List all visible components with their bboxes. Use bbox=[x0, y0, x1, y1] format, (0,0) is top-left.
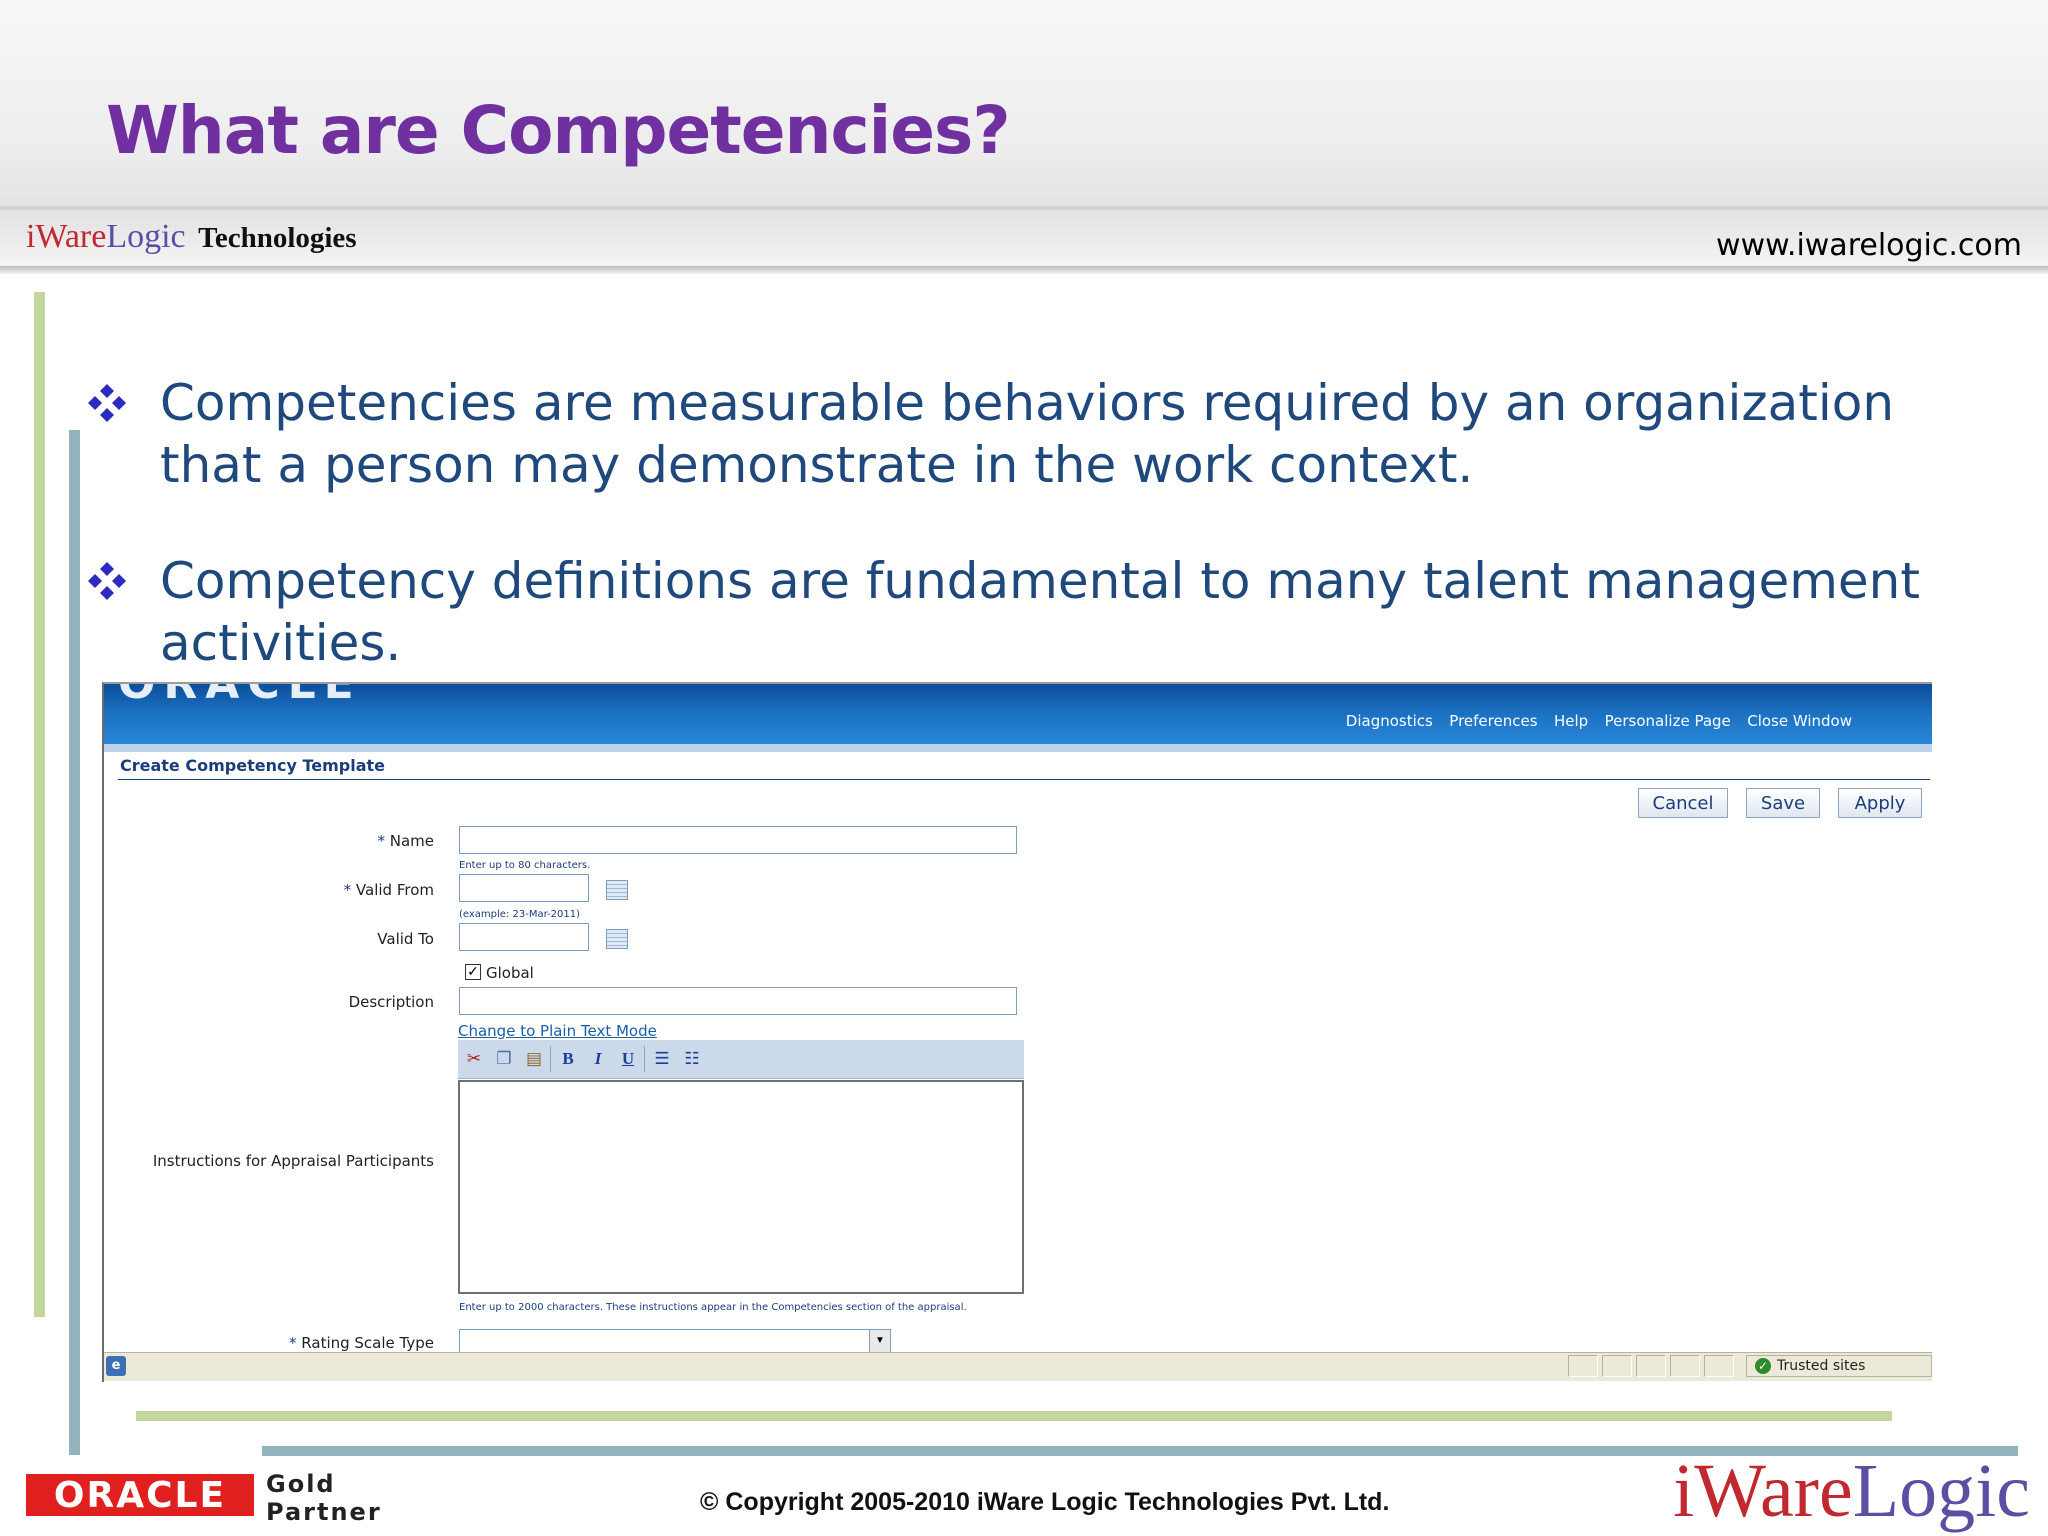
browser-status-bar: e ✓ Trusted sites bbox=[104, 1352, 1932, 1381]
diamond-bullet-icon bbox=[88, 562, 126, 600]
toolbar-separator bbox=[644, 1046, 645, 1072]
bulleted-list-icon[interactable]: ☷ bbox=[680, 1048, 704, 1070]
ie-page-icon: e bbox=[106, 1356, 126, 1376]
decor-bar-left-green bbox=[34, 292, 45, 1317]
decor-bar-left-blue bbox=[69, 430, 80, 1455]
valid-to-input[interactable] bbox=[459, 923, 589, 951]
name-hint: Enter up to 80 characters. bbox=[459, 860, 591, 871]
global-label: Global bbox=[486, 964, 534, 982]
global-nav: Diagnostics Preferences Help Personalize… bbox=[1334, 712, 1852, 731]
nav-close-window[interactable]: Close Window bbox=[1747, 712, 1852, 730]
instructions-label: Instructions for Appraisal Participants bbox=[152, 1152, 434, 1170]
brand-i: i bbox=[1673, 1449, 1695, 1533]
bullet-text: Competencies are measurable behaviors re… bbox=[160, 374, 1895, 494]
page-heading: Create Competency Template bbox=[120, 756, 385, 775]
embedded-app-screenshot: ORACLE Diagnostics Preferences Help Pers… bbox=[102, 682, 1932, 1382]
status-cell bbox=[1704, 1355, 1734, 1377]
valid-to-label: Valid To bbox=[377, 930, 434, 948]
app-header-band: ORACLE Diagnostics Preferences Help Pers… bbox=[104, 684, 1932, 744]
brand-technologies: Technologies bbox=[198, 222, 357, 254]
global-checkbox[interactable]: ✓ bbox=[465, 964, 481, 980]
numbered-list-icon[interactable]: ☰ bbox=[650, 1048, 674, 1070]
oracle-logo: ORACLE bbox=[118, 682, 362, 709]
save-button[interactable]: Save bbox=[1746, 788, 1820, 818]
description-label: Description bbox=[348, 993, 434, 1011]
italic-icon[interactable]: I bbox=[586, 1048, 610, 1070]
copy-icon[interactable]: ❐ bbox=[492, 1048, 516, 1070]
brand-ware: Ware bbox=[1694, 1449, 1853, 1533]
rating-scale-select[interactable] bbox=[459, 1329, 891, 1353]
instructions-textarea[interactable] bbox=[458, 1080, 1024, 1294]
valid-from-input[interactable] bbox=[459, 874, 589, 902]
status-cell bbox=[1568, 1355, 1598, 1377]
nav-personalize-page[interactable]: Personalize Page bbox=[1605, 712, 1731, 730]
apply-button[interactable]: Apply bbox=[1838, 788, 1922, 818]
calendar-icon[interactable] bbox=[606, 929, 628, 949]
brand-logo-large: iWareLogic bbox=[1673, 1448, 2030, 1535]
name-input[interactable] bbox=[459, 826, 1017, 854]
status-cell bbox=[1602, 1355, 1632, 1377]
brand-logic: Logic bbox=[1852, 1449, 2030, 1533]
security-zone-label: Trusted sites bbox=[1777, 1358, 1866, 1374]
instructions-hint: Enter up to 2000 characters. These instr… bbox=[459, 1302, 967, 1313]
description-input[interactable] bbox=[459, 987, 1017, 1015]
brand-logic: Logic bbox=[106, 218, 186, 255]
brand-ware: Ware bbox=[35, 218, 107, 255]
toolbar-separator bbox=[550, 1046, 551, 1072]
check-icon: ✓ bbox=[1755, 1358, 1771, 1374]
underline-icon[interactable]: U bbox=[616, 1048, 640, 1070]
bullet-text: Competency definitions are fundamental t… bbox=[160, 552, 1920, 672]
rating-scale-label-text: Rating Scale Type bbox=[301, 1334, 434, 1352]
app-subheader-band bbox=[104, 744, 1932, 752]
slide-title: What are Competencies? bbox=[106, 92, 1011, 169]
cancel-button[interactable]: Cancel bbox=[1638, 788, 1728, 818]
header-shadow bbox=[0, 266, 2048, 274]
gold-label: Gold bbox=[266, 1470, 336, 1498]
chevron-down-icon[interactable]: ▼ bbox=[869, 1330, 890, 1352]
oracle-logo: ORACLE bbox=[26, 1474, 254, 1516]
nav-preferences[interactable]: Preferences bbox=[1449, 712, 1537, 730]
cut-icon[interactable]: ✂ bbox=[462, 1048, 486, 1070]
name-label-text: Name bbox=[389, 832, 434, 850]
valid-from-label: * Valid From bbox=[104, 881, 434, 899]
rating-scale-label: * Rating Scale Type bbox=[104, 1334, 434, 1352]
site-url: www.iwarelogic.com bbox=[1716, 228, 2022, 263]
required-marker: * bbox=[289, 1334, 302, 1352]
nav-help[interactable]: Help bbox=[1554, 712, 1588, 730]
bold-icon[interactable]: B bbox=[556, 1048, 580, 1070]
name-label: * Name bbox=[104, 832, 434, 850]
valid-from-label-text: Valid From bbox=[355, 881, 434, 899]
calendar-icon[interactable] bbox=[606, 880, 628, 900]
required-marker: * bbox=[343, 881, 356, 899]
security-zone[interactable]: ✓ Trusted sites bbox=[1746, 1355, 1932, 1377]
valid-from-hint: (example: 23-Mar-2011) bbox=[459, 909, 581, 920]
plain-text-mode-link[interactable]: Change to Plain Text Mode bbox=[458, 1022, 657, 1040]
status-cell bbox=[1670, 1355, 1700, 1377]
decor-bar-bottom-green bbox=[136, 1411, 1892, 1421]
header-divider bbox=[0, 206, 2048, 210]
brand-logo-small: iWareLogic Technologies bbox=[26, 218, 357, 256]
page-heading-divider bbox=[118, 779, 1930, 780]
nav-diagnostics[interactable]: Diagnostics bbox=[1346, 712, 1433, 730]
required-marker: * bbox=[377, 832, 390, 850]
status-cell bbox=[1636, 1355, 1666, 1377]
diamond-bullet-icon bbox=[88, 384, 126, 422]
partner-label: Partner bbox=[266, 1498, 382, 1526]
paste-icon[interactable]: ▤ bbox=[522, 1048, 546, 1070]
copyright-text: © Copyright 2005-2010 iWare Logic Techno… bbox=[700, 1488, 1390, 1516]
gold-partner-label: Gold Partner bbox=[266, 1470, 382, 1526]
rich-text-toolbar: ✂ ❐ ▤ B I U ☰ ☷ bbox=[458, 1040, 1024, 1079]
